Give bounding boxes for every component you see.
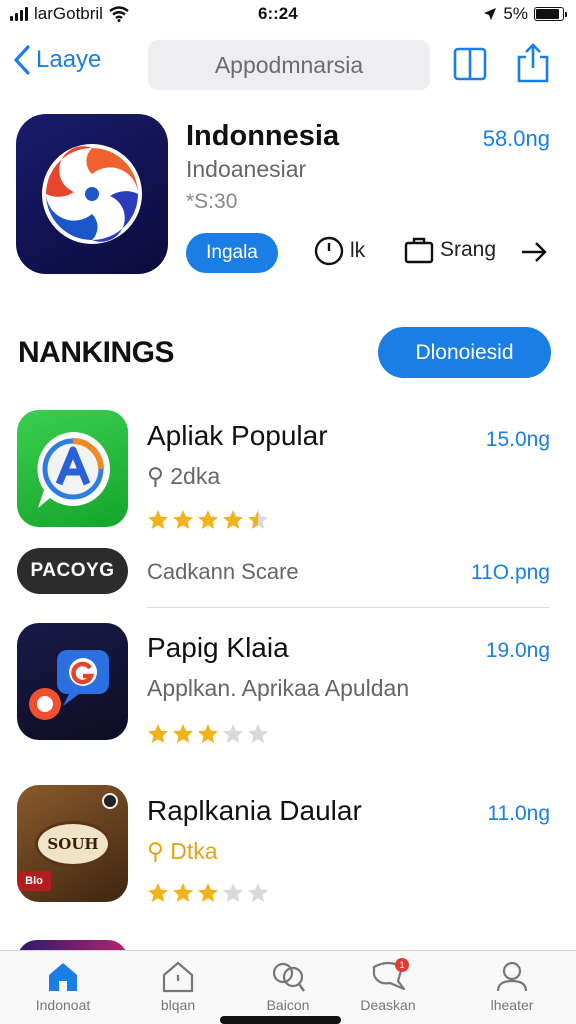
app-title-3[interactable]: Raplkania Daular	[147, 795, 362, 827]
bag-chip[interactable]: Srang	[404, 236, 496, 264]
status-left: larGotbril	[10, 4, 129, 24]
food-icon-main-text: SOUH	[47, 835, 99, 853]
tab-label-home: Indonoat	[35, 997, 91, 1013]
back-chevron-icon	[14, 45, 30, 75]
tab-apps[interactable]: blqan	[123, 961, 233, 1013]
star-icon	[248, 510, 268, 529]
star-icon	[198, 510, 218, 529]
app-subtitle-1-text: 2dka	[170, 463, 221, 489]
tab-label-search: Baicon	[266, 997, 310, 1013]
status-time: 6::24	[258, 4, 298, 23]
star-icon	[148, 510, 168, 529]
battery-icon	[534, 7, 567, 21]
back-label: Laaye	[36, 46, 102, 73]
food-photo-icon: SOUH Blo	[17, 785, 128, 902]
hero-get-button[interactable]: Ingala	[186, 233, 278, 273]
app-subtitle-3-text: Dtka	[170, 838, 218, 864]
battery-percent: 5%	[503, 4, 528, 23]
battery-fill	[536, 9, 560, 19]
app-subtitle-3: ⚲ Dtka	[147, 838, 218, 865]
arrow-right-icon[interactable]	[520, 240, 548, 264]
section-title: NANKINGS	[18, 336, 175, 369]
star-icon	[148, 883, 168, 902]
star-icon	[173, 510, 193, 529]
bag-chip-label: Srang	[440, 238, 497, 261]
app-icon-chat-g[interactable]	[17, 623, 128, 740]
notification-badge: 1	[395, 958, 409, 972]
promo-price[interactable]: 11O.png	[471, 561, 550, 585]
chat-a-icon	[36, 431, 110, 508]
tab-label-chat: Deaskan	[360, 997, 416, 1013]
hero-app-title: Indonnesia	[186, 120, 340, 152]
time-chip-label: lk	[350, 239, 366, 262]
app-price-3[interactable]: 11.0ng	[487, 802, 550, 826]
carrier-label: larGotbril	[34, 4, 103, 23]
food-icon-corner-text: Blo	[17, 871, 51, 891]
person-icon	[496, 961, 528, 992]
share-icon[interactable]	[514, 42, 552, 84]
swirl-logo-icon	[42, 144, 142, 244]
star-icon	[173, 883, 193, 902]
hero-app-icon[interactable]	[16, 114, 168, 274]
star-icon	[198, 724, 218, 743]
app-price-1[interactable]: 15.0ng	[486, 428, 550, 452]
star-icon	[223, 724, 243, 743]
wifi-icon	[109, 6, 129, 22]
home-indicator	[220, 1016, 341, 1024]
star-icon	[173, 724, 193, 743]
star-icon	[198, 883, 218, 902]
tab-label-apps: blqan	[160, 997, 196, 1013]
food-icon-badge	[102, 793, 118, 809]
star-icon	[148, 724, 168, 743]
tab-search[interactable]: Baicon	[233, 961, 343, 1013]
star-icon	[223, 510, 243, 529]
hero-app-subtitle: Indoanesiar	[186, 156, 307, 182]
app-subtitle-1: ⚲ 2dka	[147, 463, 220, 490]
star-icon	[223, 883, 243, 902]
app-rating-1	[146, 508, 270, 532]
time-chip[interactable]: lk	[314, 236, 365, 266]
hero-app-price[interactable]: 58.0ng	[483, 126, 550, 152]
tab-profile[interactable]: lheater	[457, 961, 567, 1013]
reader-icon[interactable]	[452, 46, 488, 82]
house-outline-icon	[162, 961, 194, 993]
app-price-2[interactable]: 19.0ng	[486, 639, 550, 663]
chat-icon-wrap: 1	[333, 958, 443, 993]
app-rating-3	[146, 881, 270, 905]
signal-icon	[10, 7, 28, 21]
clock-icon	[314, 236, 344, 266]
star-icon	[248, 883, 268, 902]
divider	[147, 607, 550, 608]
app-icon-chat-a[interactable]	[17, 410, 128, 527]
tab-label-profile: lheater	[490, 997, 534, 1013]
status-bar: larGotbril 6::24 5%	[0, 0, 576, 30]
tab-home[interactable]: Indonoat	[8, 961, 118, 1013]
back-button[interactable]: Laaye	[12, 44, 101, 76]
chat-g-icon	[28, 649, 109, 720]
bag-icon	[404, 237, 434, 264]
pin-icon: ⚲	[147, 838, 171, 864]
star-icon	[248, 724, 268, 743]
tab-bar: Indonoat blqan Baicon 1 Deaskan lheater	[0, 950, 576, 1024]
search-field[interactable]: Appodmnarsia	[148, 40, 430, 90]
app-title-1[interactable]: Apliak Popular	[147, 420, 328, 452]
status-right: 5%	[483, 4, 567, 24]
nav-bar: Laaye Appodmnarsia	[0, 38, 576, 94]
section-action-button[interactable]: Dlonoiesid	[378, 327, 551, 378]
app-icon-food[interactable]: SOUH Blo	[17, 785, 128, 902]
hero-app-rating: *S:30	[186, 190, 238, 213]
tab-chat[interactable]: 1 Deaskan	[333, 958, 443, 1013]
app-subtitle-2: Applkan. Aprikaa Apuldan	[147, 675, 410, 701]
app-title-2[interactable]: Papig Klaia	[147, 632, 289, 664]
promo-logo[interactable]: PACOYG	[17, 548, 128, 594]
search-people-icon	[272, 962, 305, 992]
promo-text: Cadkann Scare	[147, 559, 299, 584]
location-arrow-icon	[484, 8, 497, 20]
home-icon	[49, 963, 77, 991]
app-rating-2	[146, 722, 270, 746]
pin-icon: ⚲	[147, 463, 171, 489]
